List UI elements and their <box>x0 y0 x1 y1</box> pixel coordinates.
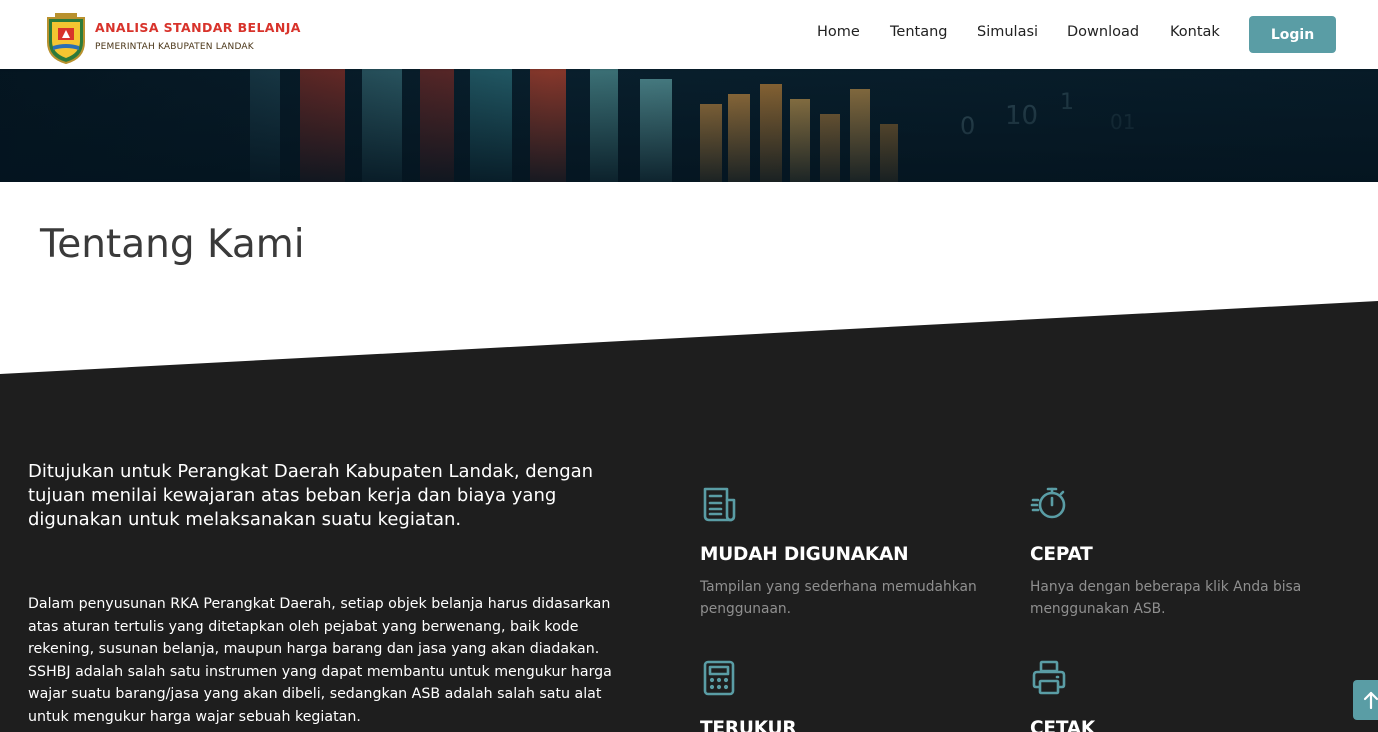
feature-title: TERUKUR <box>700 718 797 732</box>
nav-tentang[interactable]: Tentang <box>890 24 947 40</box>
stopwatch-icon <box>1030 487 1066 519</box>
calculator-icon <box>703 660 735 696</box>
arrow-up-icon <box>1363 691 1378 709</box>
about-lead-text: Ditujukan untuk Perangkat Daerah Kabupat… <box>28 461 594 530</box>
nav-kontak[interactable]: Kontak <box>1170 24 1220 40</box>
scroll-to-top-button[interactable] <box>1353 680 1378 720</box>
feature-title: CETAK <box>1030 718 1096 732</box>
feature-terukur: TERUKUR <box>700 659 1000 732</box>
feature-title: MUDAH DIGUNAKAN <box>700 544 909 565</box>
nav-simulasi[interactable]: Simulasi <box>977 24 1038 40</box>
feature-cetak: CETAK <box>1030 659 1330 732</box>
feature-mudah-digunakan: MUDAH DIGUNAKAN Tampilan yang sederhana … <box>700 485 1000 620</box>
feature-description: Hanya dengan beberapa klik Anda bisa men… <box>1030 579 1302 617</box>
about-body-text: Dalam penyusunan RKA Perangkat Daerah, s… <box>28 596 612 725</box>
brand-logo[interactable]: ANALISA STANDAR BELANJA PEMERINTAH KABUP… <box>45 12 301 64</box>
landak-regency-emblem-icon <box>47 13 85 64</box>
site-header: ANALISA STANDAR BELANJA PEMERINTAH KABUP… <box>0 0 1378 69</box>
nav-download[interactable]: Download <box>1067 24 1139 40</box>
feature-title: CEPAT <box>1030 544 1093 565</box>
printer-icon <box>1032 660 1066 695</box>
login-button[interactable]: Login <box>1249 16 1336 53</box>
hero-banner-image: 0 10 1 01 <box>0 69 1378 182</box>
brand-subtitle: PEMERINTAH KABUPATEN LANDAK <box>95 42 254 52</box>
brand-title: ANALISA STANDAR BELANJA <box>95 20 301 35</box>
page-title: Tentang Kami <box>40 222 305 267</box>
feature-cepat: CEPAT Hanya dengan beberapa klik Anda bi… <box>1030 485 1330 620</box>
feature-description: Tampilan yang sederhana memudahkan pengg… <box>700 579 977 617</box>
document-icon <box>703 487 736 522</box>
nav-home[interactable]: Home <box>817 24 860 40</box>
